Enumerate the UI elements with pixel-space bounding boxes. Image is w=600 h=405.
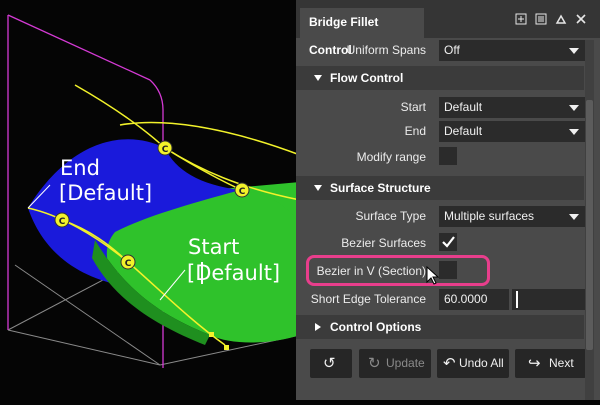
bezier-surfaces-label: Bezier Surfaces bbox=[341, 236, 426, 250]
end-label: End bbox=[60, 156, 100, 180]
close-icon[interactable] bbox=[572, 10, 590, 28]
expanded-triangle-icon bbox=[314, 185, 322, 191]
collapsed-triangle-icon bbox=[315, 323, 321, 331]
flow-control-title: Flow Control bbox=[330, 71, 404, 85]
undo-icon: ↶ bbox=[443, 355, 456, 372]
short-edge-tolerance-label: Short Edge Tolerance bbox=[310, 292, 426, 306]
start-row: Start Default bbox=[296, 95, 585, 120]
end-label: End bbox=[404, 124, 426, 138]
control-options-title: Control Options bbox=[330, 320, 422, 334]
modify-range-row: Modify range bbox=[296, 145, 584, 170]
svg-text:C: C bbox=[162, 145, 169, 155]
start-default-label: [Default] bbox=[187, 261, 281, 285]
uniform-spans-label: Uniform Spans bbox=[346, 43, 426, 57]
next-button[interactable]: ↪ Next bbox=[515, 349, 586, 378]
chevron-down-icon bbox=[569, 129, 579, 135]
start-label: Start bbox=[400, 100, 426, 114]
bezier-in-v-checkbox[interactable] bbox=[439, 261, 457, 279]
short-edge-tolerance-input[interactable]: 60.0000 bbox=[439, 289, 509, 310]
control-point[interactable]: C bbox=[234, 182, 250, 198]
undo-all-button[interactable]: ↶ Undo All bbox=[437, 349, 509, 378]
refresh-icon: ↻ bbox=[368, 355, 381, 372]
modify-range-checkbox[interactable] bbox=[439, 147, 457, 165]
chevron-down-icon bbox=[569, 105, 579, 111]
control-point[interactable]: C bbox=[157, 140, 173, 156]
menu-icon[interactable] bbox=[532, 10, 550, 28]
svg-text:C: C bbox=[125, 259, 132, 269]
next-label: Next bbox=[549, 356, 574, 370]
slider-handle[interactable] bbox=[516, 291, 518, 308]
surface-structure-title: Surface Structure bbox=[330, 181, 431, 195]
bezier-surfaces-row: Bezier Surfaces bbox=[296, 231, 584, 256]
bezier-in-v-label: Bezier in V (Section) bbox=[316, 264, 426, 278]
panel-header: Bridge Fillet Control bbox=[296, 0, 600, 57]
uniform-spans-dropdown[interactable]: Off bbox=[439, 40, 585, 61]
uniform-spans-row: Uniform Spans Off bbox=[296, 38, 585, 63]
svg-text:C: C bbox=[59, 217, 66, 227]
bezier-surfaces-checkbox[interactable] bbox=[439, 233, 457, 251]
chevron-down-icon bbox=[569, 48, 579, 54]
undo-all-label: Undo All bbox=[459, 356, 504, 370]
short-edge-tolerance-row: Short Edge Tolerance 60.0000 bbox=[296, 287, 585, 312]
start-label: Start bbox=[188, 235, 240, 259]
surface-type-dropdown[interactable]: Multiple surfaces bbox=[439, 206, 585, 227]
end-dropdown[interactable]: Default bbox=[439, 121, 585, 142]
pin-icon[interactable] bbox=[512, 10, 530, 28]
end-value: Default bbox=[444, 124, 483, 138]
update-label: Update bbox=[386, 356, 425, 370]
panel-title-tab[interactable]: Bridge Fillet Control bbox=[300, 8, 424, 57]
end-row: End Default bbox=[296, 119, 585, 144]
surface-type-label: Surface Type bbox=[355, 209, 427, 223]
surface-type-row: Surface Type Multiple surfaces bbox=[296, 204, 585, 229]
chevron-down-icon bbox=[569, 214, 579, 220]
checkmark-icon bbox=[442, 236, 455, 248]
flow-control-section-header[interactable]: Flow Control bbox=[296, 66, 584, 90]
uniform-spans-value: Off bbox=[444, 43, 460, 57]
bezier-in-v-row: Bezier in V (Section) bbox=[296, 259, 584, 284]
surface-structure-section-header[interactable]: Surface Structure bbox=[296, 176, 584, 200]
surface-type-value: Multiple surfaces bbox=[444, 209, 535, 223]
reset-button[interactable]: ↺ bbox=[310, 349, 352, 378]
mouse-pointer-icon bbox=[426, 266, 440, 285]
end-default-label: [Default] bbox=[59, 181, 153, 205]
collapse-icon[interactable] bbox=[552, 10, 570, 28]
control-point[interactable]: C bbox=[54, 212, 70, 228]
bridge-fillet-panel: Bridge Fillet Control Uniform Spans Off … bbox=[296, 0, 600, 400]
svg-text:C: C bbox=[239, 187, 246, 197]
end-handle[interactable] bbox=[209, 332, 214, 337]
update-button[interactable]: ↻ Update bbox=[359, 349, 431, 378]
start-value: Default bbox=[444, 100, 483, 114]
scrollbar-thumb[interactable] bbox=[586, 100, 593, 350]
control-point[interactable]: C bbox=[120, 254, 136, 270]
control-options-section-header[interactable]: Control Options bbox=[296, 315, 584, 339]
short-edge-tolerance-value: 60.0000 bbox=[444, 292, 488, 306]
expanded-triangle-icon bbox=[314, 75, 322, 81]
reset-icon: ↺ bbox=[323, 355, 336, 372]
tolerance-slider[interactable] bbox=[512, 289, 585, 310]
modify-range-label: Modify range bbox=[356, 150, 426, 164]
next-arrow-icon: ↪ bbox=[528, 355, 541, 372]
end-handle[interactable] bbox=[224, 345, 229, 350]
start-dropdown[interactable]: Default bbox=[439, 97, 585, 118]
